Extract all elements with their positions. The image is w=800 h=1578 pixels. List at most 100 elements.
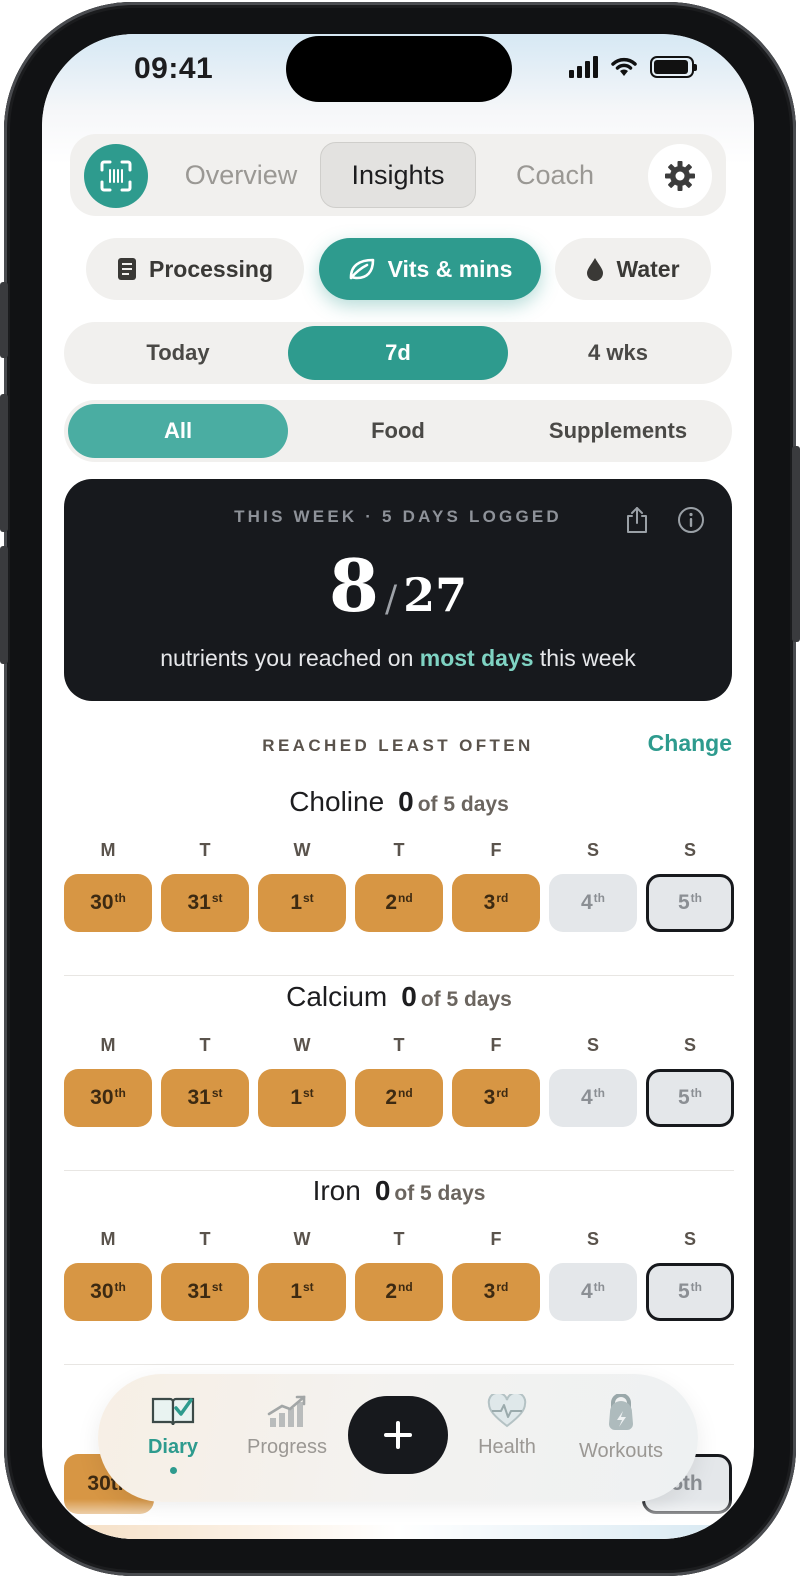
day-letter: W [293, 1229, 311, 1249]
nutrient-row-calcium[interactable]: Calcium 0 of 5 days M 30th T 31st W 1st T 2nd F 3rd S… [64, 981, 734, 1171]
nutrient-name: Calcium [286, 981, 388, 1012]
nutrient-row-choline[interactable]: Choline 0 of 5 days M 30th T 31st W 1st T 2nd F 3rd S… [64, 786, 734, 976]
nutrient-row-iron[interactable]: Iron 0 of 5 days M 30th T 31st W 1st T 2nd F 3rd S 4th… [64, 1175, 734, 1365]
day-column: T 2nd [355, 1035, 443, 1127]
pill-water-label: Water [616, 255, 680, 282]
tab-insights[interactable]: Insights [320, 142, 476, 208]
range-option-7d[interactable]: 7d [288, 326, 508, 380]
day-chip[interactable]: 30th [64, 1263, 152, 1321]
summary-subtitle: nutrients you reached on most days this … [64, 645, 732, 672]
tab-coach[interactable]: Coach [480, 142, 630, 208]
day-chip[interactable]: 31st [161, 874, 249, 932]
row-divider [64, 1170, 734, 1171]
pill-vits-mins[interactable]: Vits & mins [319, 238, 541, 300]
screen-bottom-edge [42, 1525, 754, 1539]
day-suffix: rd [496, 1280, 509, 1294]
top-nav: Overview Insights Coach [70, 134, 726, 216]
change-link[interactable]: Change [648, 730, 732, 757]
tab-progress[interactable]: Progress [232, 1394, 342, 1459]
tab-diary-label: Diary [147, 1436, 199, 1458]
source-option-supplements[interactable]: Supplements [508, 404, 728, 458]
day-suffix: rd [496, 1086, 509, 1100]
pill-processing[interactable]: Processing [86, 238, 304, 300]
day-number: 1 [290, 891, 302, 914]
day-chip[interactable]: 4th [549, 1069, 637, 1127]
day-letter: S [683, 1229, 696, 1249]
day-chip[interactable]: 1st [258, 1069, 346, 1127]
settings-button[interactable] [648, 144, 712, 208]
day-letter: T [199, 1035, 211, 1055]
day-number: 2 [385, 1086, 397, 1109]
tab-overview[interactable]: Overview [166, 142, 316, 208]
day-chip[interactable]: 3rd [452, 1069, 540, 1127]
day-number: 31 [187, 891, 211, 914]
day-number: 1 [290, 1086, 302, 1109]
status-icons [569, 54, 697, 78]
summary-sub-before: nutrients you reached on [160, 645, 420, 671]
tab-diary[interactable]: Diary [118, 1394, 228, 1474]
row-divider [64, 975, 734, 976]
day-chip[interactable]: 4th [549, 874, 637, 932]
info-button[interactable] [676, 505, 706, 535]
summary-sub-highlight: most days [419, 645, 534, 671]
day-chip[interactable]: 3rd [452, 1263, 540, 1321]
pill-water[interactable]: Water [555, 238, 711, 300]
source-option-food[interactable]: Food [288, 404, 508, 458]
day-letter: S [586, 1229, 599, 1249]
droplet-icon [587, 258, 604, 281]
day-letter: M [100, 1229, 116, 1249]
add-entry-button[interactable] [348, 1396, 448, 1474]
summary-score: 8/27 [64, 543, 732, 628]
nutrient-name: Choline [289, 786, 385, 817]
day-chip[interactable]: 4th [549, 1263, 637, 1321]
source-segmented-control: All Food Supplements [64, 400, 732, 462]
summary-total-count: 27 [403, 568, 468, 622]
day-chip[interactable]: 30th [64, 874, 152, 932]
day-chip[interactable]: 2nd [355, 874, 443, 932]
day-number: 5 [677, 891, 690, 914]
range-option-today[interactable]: Today [68, 326, 288, 380]
day-chip[interactable]: 3rd [452, 874, 540, 932]
day-column: T 31st [161, 1035, 249, 1127]
tab-workouts-label: Workouts [578, 1440, 664, 1462]
day-column: T 2nd [355, 840, 443, 932]
source-option-all[interactable]: All [68, 404, 288, 458]
share-button[interactable] [622, 505, 652, 535]
active-tab-dot [169, 1467, 177, 1474]
day-number: 5 [677, 1086, 690, 1109]
day-number: 31 [187, 1086, 211, 1109]
nutrient-of-days: of 5 days [420, 988, 512, 1011]
nutrient-count: 0 [401, 981, 417, 1012]
day-letter: T [393, 1229, 405, 1249]
day-suffix: th [114, 1280, 126, 1294]
tab-workouts[interactable]: Workouts [566, 1394, 676, 1463]
day-chip[interactable]: 30th [64, 1069, 152, 1127]
info-icon [678, 507, 704, 533]
day-chip[interactable]: 1st [258, 874, 346, 932]
barcode-scan-button[interactable] [84, 144, 148, 208]
day-number: 2 [385, 1280, 397, 1303]
nutrient-of-days: of 5 days [417, 793, 509, 816]
day-chip[interactable]: 1st [258, 1263, 346, 1321]
day-suffix: th [114, 1086, 126, 1100]
day-letter: S [683, 840, 696, 860]
day-chip[interactable]: 31st [161, 1263, 249, 1321]
day-chip[interactable]: 5th [646, 1263, 734, 1321]
day-chip[interactable]: 31st [161, 1069, 249, 1127]
day-number: 5 [677, 1280, 690, 1303]
kettlebell-icon [609, 1394, 633, 1430]
day-chip[interactable]: 2nd [355, 1069, 443, 1127]
day-number: 3 [483, 1086, 496, 1109]
day-chip[interactable]: 5th [646, 1069, 734, 1127]
day-column: F 3rd [452, 1229, 540, 1321]
week-day-strip: M 30th T 31st W 1st T 2nd F 3rd S 4th S 5th [64, 1035, 734, 1127]
day-chip[interactable]: 5th [646, 874, 734, 932]
tab-health[interactable]: Health [452, 1394, 562, 1459]
day-column: T 31st [161, 1229, 249, 1321]
day-suffix: th [593, 891, 605, 905]
day-letter: S [586, 840, 599, 860]
range-option-4wks[interactable]: 4 wks [508, 326, 728, 380]
day-chip[interactable]: 2nd [355, 1263, 443, 1321]
nutrient-count: 0 [398, 786, 414, 817]
summary-sub-after: this week [533, 645, 636, 671]
